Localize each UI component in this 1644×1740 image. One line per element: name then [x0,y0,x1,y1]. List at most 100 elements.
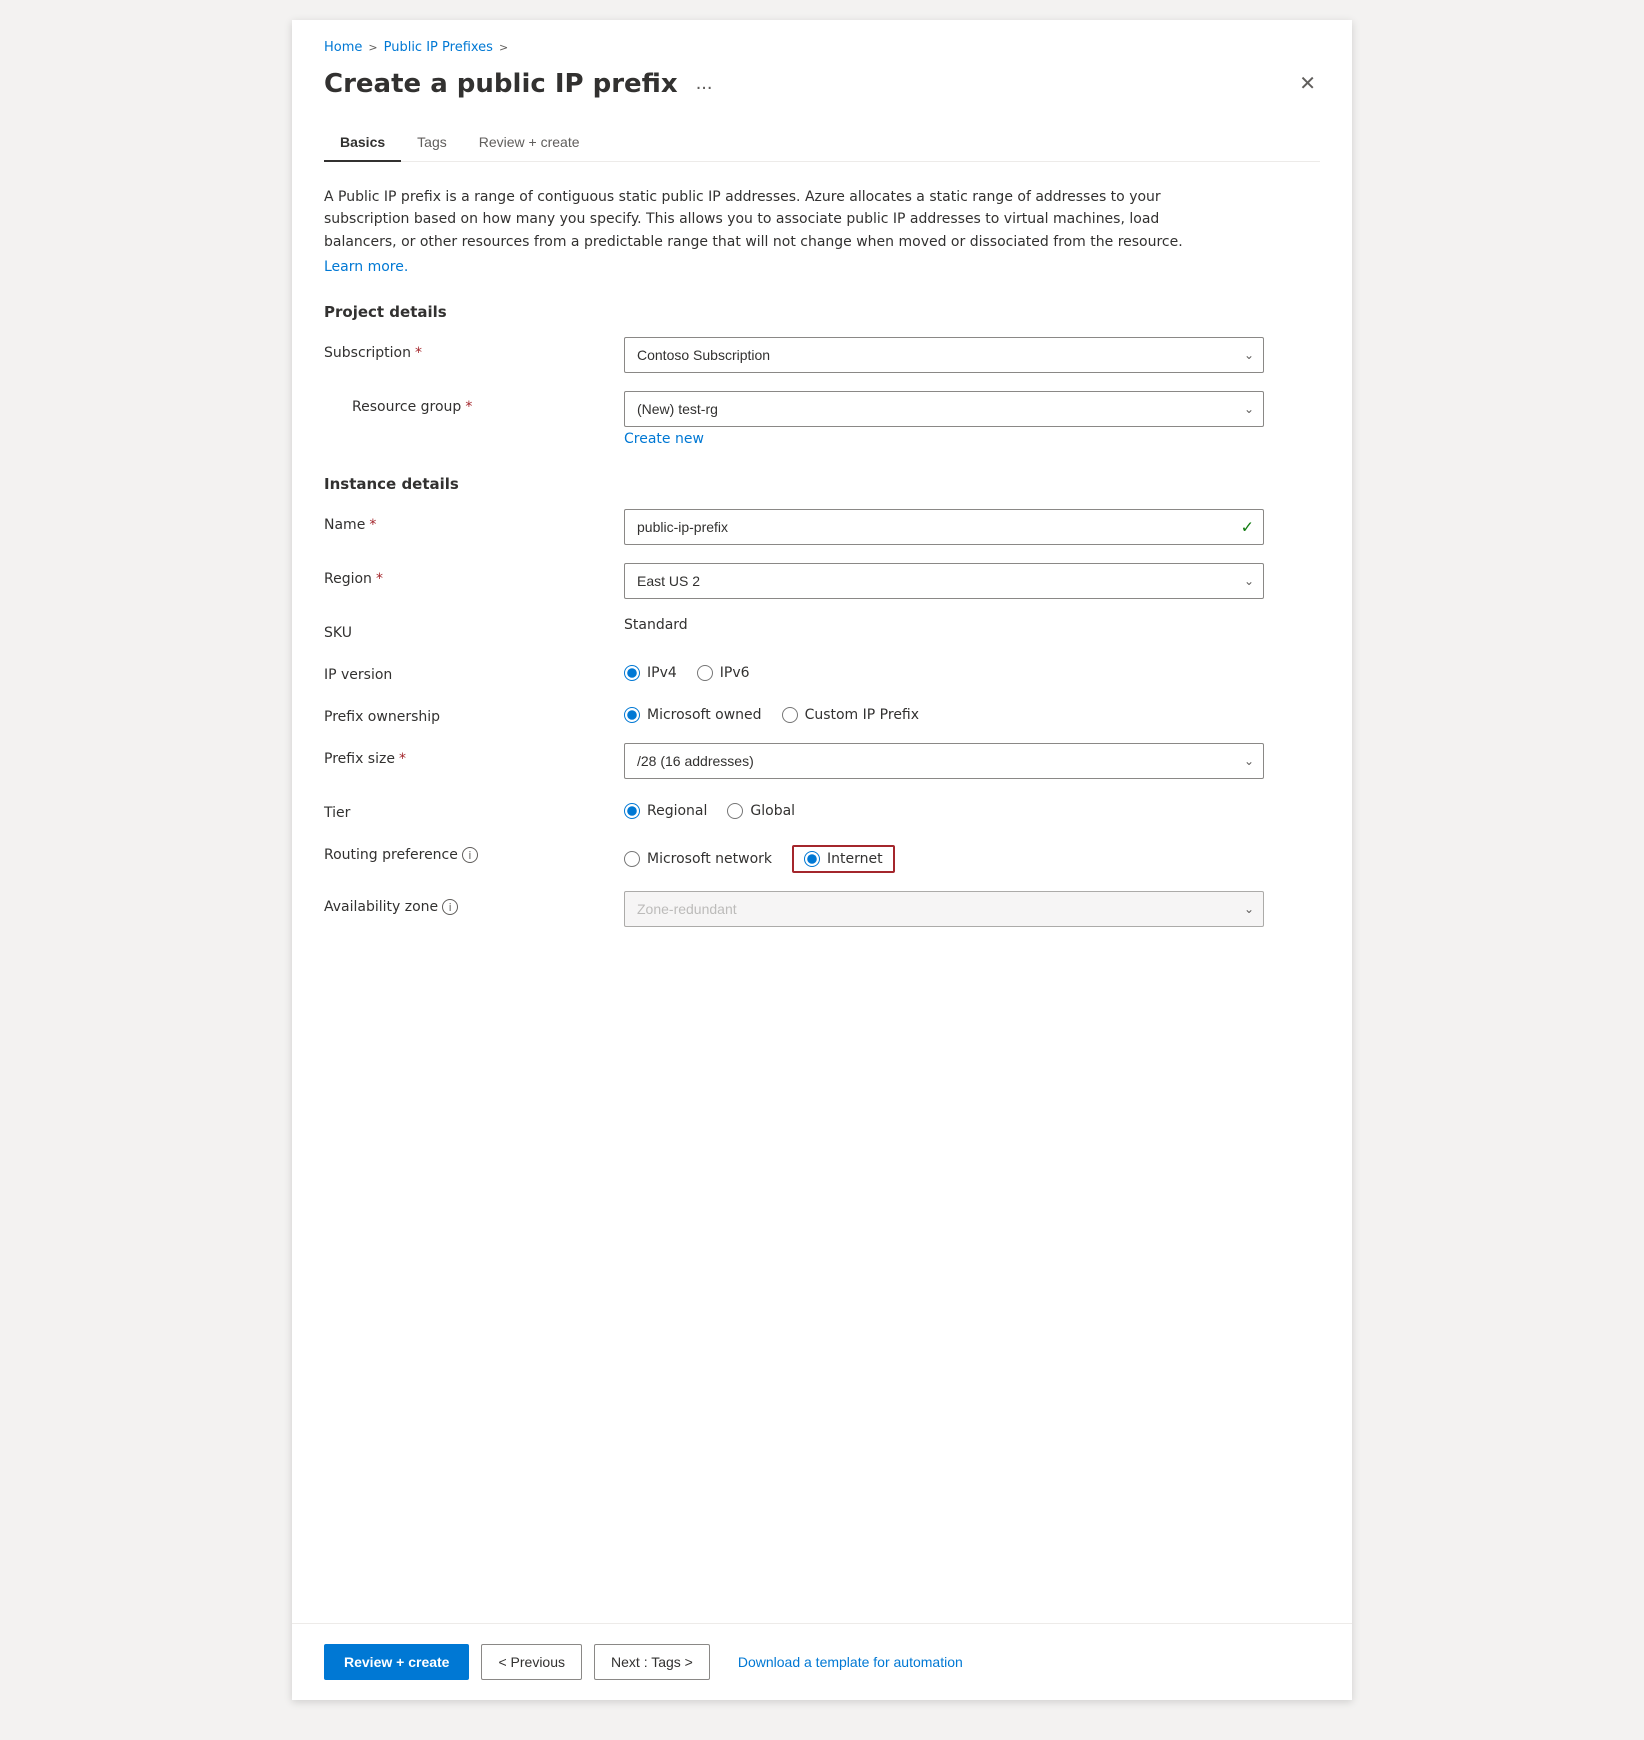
ipv6-radio[interactable] [697,665,713,681]
region-row: Region * East US 2 ⌄ [324,563,1320,599]
prefix-ownership-control: Microsoft owned Custom IP Prefix [624,701,1264,723]
ipv6-label: IPv6 [720,665,750,681]
name-input-wrapper: ✓ [624,509,1264,545]
project-details-title: Project details [324,303,1320,321]
region-control: East US 2 ⌄ [624,563,1264,599]
routing-preference-row: Routing preference i Microsoft network I… [324,839,1320,873]
ip-version-label: IP version [324,659,624,683]
create-new-link[interactable]: Create new [624,431,1264,447]
custom-ip-prefix-radio[interactable] [782,707,798,723]
availability-zone-row: Availability zone i Zone-redundant ⌄ [324,891,1320,927]
breadcrumb-sep1: > [368,41,377,54]
global-option[interactable]: Global [727,803,795,819]
prefix-size-label: Prefix size * [324,743,624,767]
download-template-button[interactable]: Download a template for automation [738,1646,963,1678]
description-text: A Public IP prefix is a range of contigu… [324,186,1224,253]
ipv4-label: IPv4 [647,665,677,681]
more-button[interactable]: ... [690,70,719,97]
subscription-select-wrapper: Contoso Subscription ⌄ [624,337,1264,373]
ip-version-control: IPv4 IPv6 [624,659,1264,681]
tab-tags[interactable]: Tags [401,124,463,162]
prefix-size-select[interactable]: /28 (16 addresses) [624,743,1264,779]
regional-radio[interactable] [624,803,640,819]
sku-row: SKU Standard [324,617,1320,641]
subscription-label: Subscription * [324,337,624,361]
internet-radio[interactable] [804,851,820,867]
availability-zone-select-wrapper: Zone-redundant ⌄ [624,891,1264,927]
microsoft-owned-radio[interactable] [624,707,640,723]
sku-value: Standard [624,609,688,633]
name-control: ✓ [624,509,1264,545]
tier-radio-group: Regional Global [624,797,1264,819]
prefix-size-row: Prefix size * /28 (16 addresses) ⌄ [324,743,1320,779]
prefix-ownership-label: Prefix ownership [324,701,624,725]
tab-review-create[interactable]: Review + create [463,124,596,162]
routing-preference-label: Routing preference i [324,839,624,863]
name-row: Name * ✓ [324,509,1320,545]
learn-more-link[interactable]: Learn more. [324,259,408,275]
prefix-ownership-radio-group: Microsoft owned Custom IP Prefix [624,701,1264,723]
resource-group-select-wrapper: (New) test-rg ⌄ [624,391,1264,427]
region-required: * [376,571,383,587]
name-required: * [369,517,376,533]
routing-preference-radio-group: Microsoft network Internet [624,839,1264,873]
ip-version-row: IP version IPv4 IPv6 [324,659,1320,683]
microsoft-owned-option[interactable]: Microsoft owned [624,707,762,723]
availability-zone-info-icon[interactable]: i [442,899,458,915]
breadcrumb-sep2: > [499,41,508,54]
prefix-ownership-row: Prefix ownership Microsoft owned Custom … [324,701,1320,725]
next-button[interactable]: Next : Tags > [594,1644,710,1680]
resource-group-row: Resource group * (New) test-rg ⌄ Create … [324,391,1320,447]
custom-ip-prefix-option[interactable]: Custom IP Prefix [782,707,919,723]
routing-preference-control: Microsoft network Internet [624,839,1264,873]
resource-group-select[interactable]: (New) test-rg [624,391,1264,427]
name-input[interactable] [624,509,1264,545]
global-label: Global [750,803,795,819]
tier-row: Tier Regional Global [324,797,1320,821]
subscription-control: Contoso Subscription ⌄ [624,337,1264,373]
title-row: Create a public IP prefix ... ✕ [324,67,1320,100]
ipv6-option[interactable]: IPv6 [697,665,750,681]
resource-group-required: * [465,399,472,415]
microsoft-network-option[interactable]: Microsoft network [624,851,772,867]
subscription-required: * [415,345,422,361]
internet-option[interactable]: Internet [792,845,895,873]
availability-zone-select[interactable]: Zone-redundant [624,891,1264,927]
review-create-button[interactable]: Review + create [324,1644,469,1680]
resource-group-control: (New) test-rg ⌄ Create new [624,391,1264,447]
subscription-row: Subscription * Contoso Subscription ⌄ [324,337,1320,373]
prefix-size-select-wrapper: /28 (16 addresses) ⌄ [624,743,1264,779]
name-label: Name * [324,509,624,533]
breadcrumb: Home > Public IP Prefixes > [324,40,1320,55]
resource-group-label: Resource group * [324,391,624,415]
microsoft-network-radio[interactable] [624,851,640,867]
availability-zone-control: Zone-redundant ⌄ [624,891,1264,927]
title-left: Create a public IP prefix ... [324,69,718,99]
region-select[interactable]: East US 2 [624,563,1264,599]
microsoft-owned-label: Microsoft owned [647,707,762,723]
tier-label: Tier [324,797,624,821]
availability-zone-label: Availability zone i [324,891,624,915]
breadcrumb-home[interactable]: Home [324,40,362,55]
previous-button[interactable]: < Previous [481,1644,582,1680]
prefix-size-control: /28 (16 addresses) ⌄ [624,743,1264,779]
create-panel: Home > Public IP Prefixes > Create a pub… [292,20,1352,1700]
tabs: Basics Tags Review + create [324,124,1320,162]
routing-preference-info-icon[interactable]: i [462,847,478,863]
panel-footer: Review + create < Previous Next : Tags >… [292,1623,1352,1700]
ipv4-option[interactable]: IPv4 [624,665,677,681]
ipv4-radio[interactable] [624,665,640,681]
regional-option[interactable]: Regional [624,803,707,819]
internet-label: Internet [827,851,883,867]
sku-control: Standard [624,617,1264,633]
tab-basics[interactable]: Basics [324,124,401,162]
subscription-select[interactable]: Contoso Subscription [624,337,1264,373]
region-select-wrapper: East US 2 ⌄ [624,563,1264,599]
close-button[interactable]: ✕ [1295,67,1320,100]
page-title: Create a public IP prefix [324,69,678,99]
panel-body: A Public IP prefix is a range of contigu… [292,162,1352,1623]
sku-label: SKU [324,617,624,641]
breadcrumb-public-ip-prefixes[interactable]: Public IP Prefixes [384,40,493,55]
instance-details-title: Instance details [324,475,1320,493]
global-radio[interactable] [727,803,743,819]
